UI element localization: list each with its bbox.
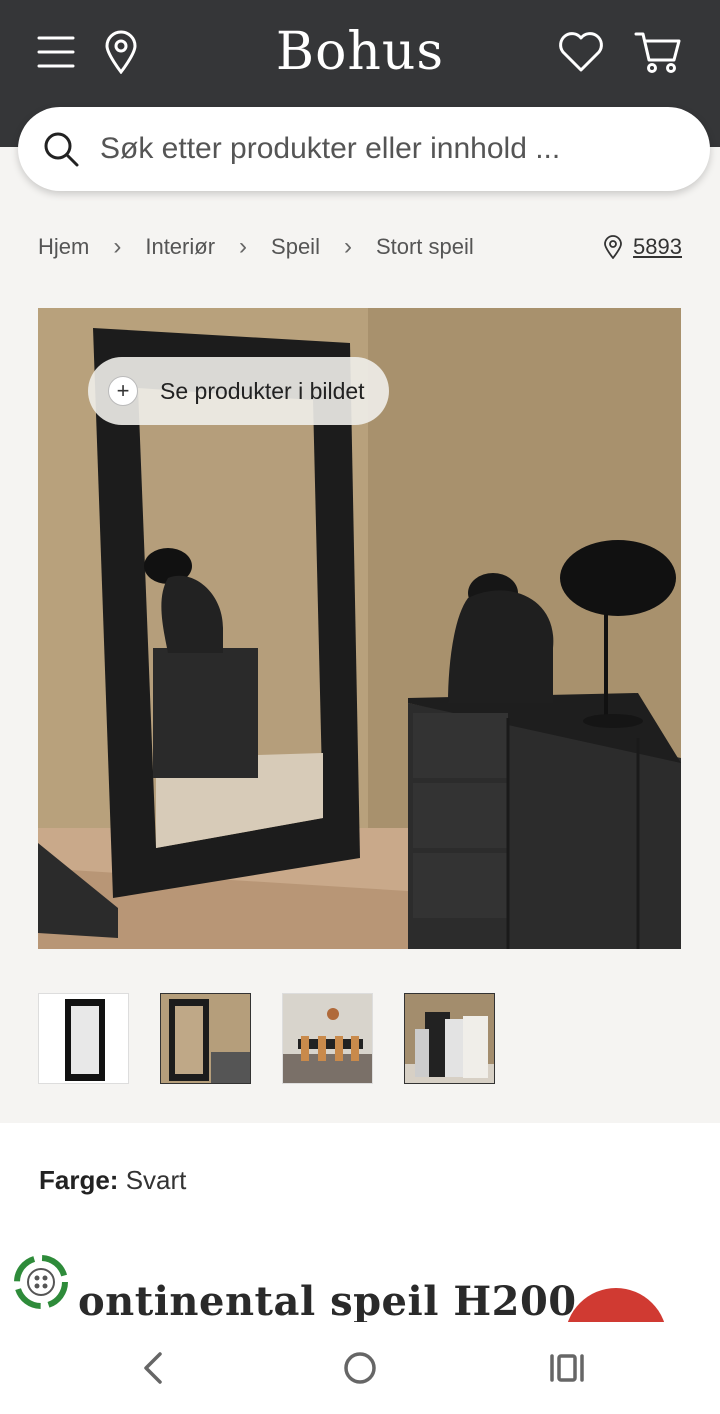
store-selector[interactable]: 5893 bbox=[603, 230, 682, 264]
shop-the-look-label: Se produkter i bildet bbox=[160, 377, 365, 404]
breadcrumb: Hjem › Interiør › Speil › Stort speil bbox=[38, 230, 474, 264]
color-value: Svart bbox=[125, 1165, 187, 1195]
system-nav-bar bbox=[0, 1322, 720, 1414]
breadcrumb-interior[interactable]: Interiør bbox=[145, 234, 215, 260]
search-icon bbox=[42, 130, 80, 168]
search-input[interactable] bbox=[100, 132, 660, 166]
image-thumbnails bbox=[38, 993, 495, 1084]
search-bar[interactable] bbox=[18, 107, 710, 191]
store-number[interactable]: 5893 bbox=[633, 234, 682, 260]
shop-the-look-button[interactable]: + Se produkter i bildet bbox=[88, 357, 389, 425]
color-selection: Farge: Svart bbox=[39, 1165, 186, 1196]
product-hero-image[interactable]: + Se produkter i bildet bbox=[38, 308, 681, 949]
chevron-right-icon: › bbox=[113, 233, 122, 260]
thumbnail-4[interactable] bbox=[404, 993, 495, 1084]
thumbnail-3[interactable] bbox=[282, 993, 373, 1084]
back-icon[interactable] bbox=[138, 1348, 168, 1393]
recycle-icon[interactable] bbox=[12, 1253, 70, 1316]
home-icon[interactable] bbox=[342, 1348, 378, 1393]
red-badge bbox=[565, 1288, 667, 1322]
bohus-logo[interactable]: Bohus bbox=[0, 22, 720, 82]
product-title: ontinental speil H200 bbox=[78, 1278, 577, 1325]
recent-apps-icon[interactable] bbox=[548, 1348, 586, 1393]
cart-icon[interactable] bbox=[634, 30, 682, 74]
thumbnail-2[interactable] bbox=[160, 993, 251, 1084]
thumbnail-1[interactable] bbox=[38, 993, 129, 1084]
breadcrumb-home[interactable]: Hjem bbox=[38, 234, 89, 260]
heart-icon[interactable] bbox=[558, 30, 604, 74]
breadcrumb-large-mirror[interactable]: Stort speil bbox=[376, 234, 474, 260]
color-label: Farge: bbox=[39, 1165, 119, 1195]
breadcrumb-mirrors[interactable]: Speil bbox=[271, 234, 320, 260]
chevron-right-icon: › bbox=[239, 233, 248, 260]
plus-icon: + bbox=[108, 376, 138, 406]
map-pin-icon bbox=[603, 235, 623, 259]
chevron-right-icon: › bbox=[343, 233, 352, 260]
